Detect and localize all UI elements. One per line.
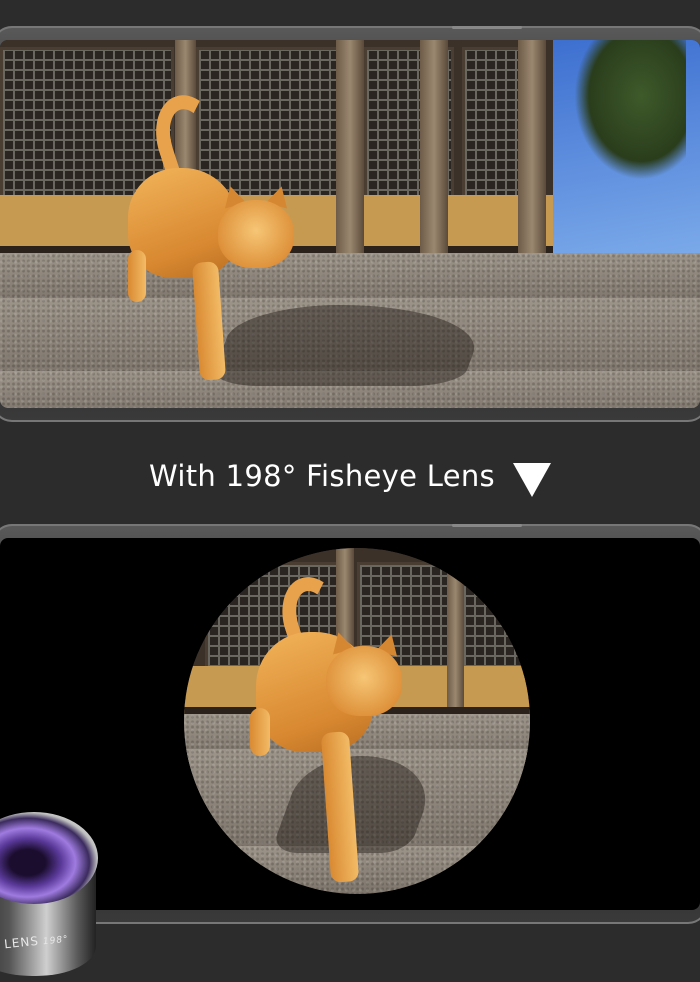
phone-screen-bottom — [0, 538, 700, 910]
cat-head — [326, 646, 402, 716]
caption-row: With 198° Fisheye Lens — [0, 446, 700, 506]
cat-leg — [128, 250, 146, 302]
cat-leg — [250, 708, 270, 756]
normal-lens-photo — [0, 40, 700, 408]
phone-screen-top — [0, 40, 700, 408]
phone-edge-highlight — [452, 524, 522, 527]
fisheye-lens-product: LENS 198° — [0, 812, 100, 982]
phone-frame-top — [0, 26, 700, 422]
phone-frame-bottom — [0, 524, 700, 924]
caption-text: With 198° Fisheye Lens — [149, 459, 495, 493]
cat-head — [218, 200, 294, 268]
phone-edge-highlight — [452, 26, 522, 29]
down-triangle-icon — [512, 463, 551, 497]
fisheye-lens-photo — [184, 548, 530, 894]
tree — [574, 40, 686, 180]
wooden-pillar — [446, 548, 465, 708]
